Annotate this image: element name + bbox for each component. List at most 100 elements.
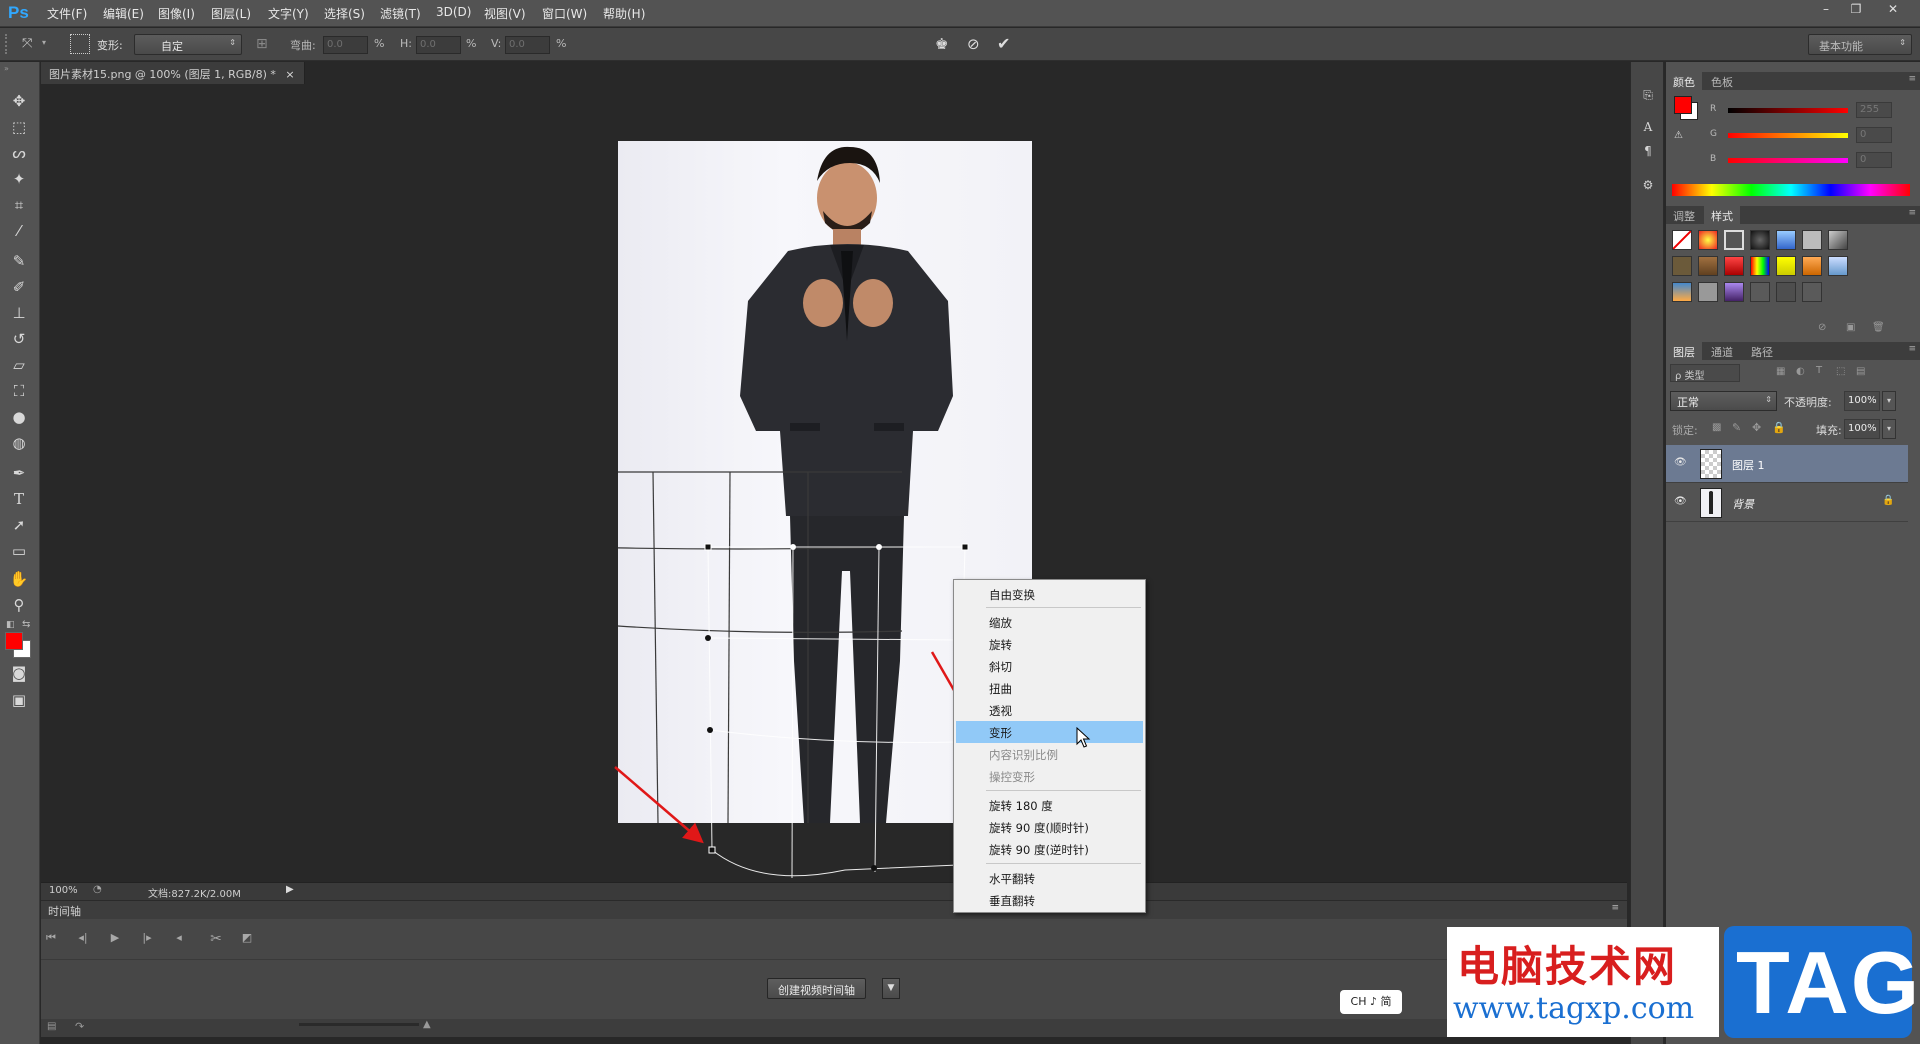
rectangle-tool-icon[interactable]: ▭: [8, 540, 30, 562]
play-icon[interactable]: ▶: [105, 931, 125, 947]
zoom-preview-icon[interactable]: ◔: [93, 884, 102, 895]
menu-type[interactable]: 文字(Y): [268, 5, 309, 22]
go-first-frame-icon[interactable]: ⏮: [41, 931, 61, 947]
filter-type-icon[interactable]: T: [1816, 365, 1822, 376]
r-slider[interactable]: [1728, 108, 1848, 113]
eyedropper-tool-icon[interactable]: ⁄: [8, 220, 30, 242]
warp-style-select[interactable]: 自定 ⇕: [134, 34, 242, 55]
style-swatch[interactable]: [1724, 282, 1744, 302]
timeline-zoom-slider[interactable]: [299, 1023, 419, 1026]
blend-mode-select[interactable]: 正常 ⇕: [1670, 391, 1777, 411]
menu-3d[interactable]: 3D(D): [436, 5, 471, 19]
opacity-input[interactable]: 100%: [1844, 391, 1880, 411]
workspace-select[interactable]: 基本功能 ⇕: [1808, 34, 1912, 55]
quick-mask-icon[interactable]: ◙: [8, 662, 30, 684]
filter-shape-icon[interactable]: ⬚: [1836, 366, 1845, 377]
b-value[interactable]: 0: [1856, 152, 1892, 168]
eraser-tool-icon[interactable]: ▱: [8, 354, 30, 376]
layer-row[interactable]: 👁 背景 🔒: [1666, 484, 1908, 522]
h-distortion-input[interactable]: 0.0: [416, 36, 461, 54]
filter-adjust-icon[interactable]: ◐: [1796, 366, 1805, 377]
magic-wand-tool-icon[interactable]: ✦: [8, 168, 30, 190]
next-frame-icon[interactable]: |▸: [137, 931, 157, 947]
style-swatch[interactable]: [1802, 282, 1822, 302]
menu-edit[interactable]: 编辑(E): [103, 5, 144, 22]
close-button[interactable]: ✕: [1880, 2, 1906, 20]
tab-adjustments[interactable]: 调整: [1666, 206, 1702, 224]
chevron-down-icon[interactable]: ▼: [882, 978, 900, 999]
crop-tool-icon[interactable]: ⌗: [8, 194, 30, 216]
minimize-button[interactable]: –: [1813, 2, 1839, 20]
style-swatch[interactable]: [1828, 230, 1848, 250]
history-panel-icon[interactable]: ⎘: [1640, 88, 1656, 104]
character-panel-icon[interactable]: A: [1640, 120, 1656, 136]
clear-style-icon[interactable]: ⊘: [1818, 322, 1826, 333]
style-swatch[interactable]: [1698, 256, 1718, 276]
warp-grid-icon[interactable]: [70, 34, 90, 54]
properties-panel-icon[interactable]: ⚙: [1640, 178, 1656, 194]
tab-channels[interactable]: 通道: [1704, 342, 1740, 360]
frames-icon[interactable]: ▤: [47, 1021, 56, 1032]
r-value[interactable]: 255: [1856, 102, 1892, 118]
healing-brush-tool-icon[interactable]: ✎: [8, 250, 30, 272]
convert-icon[interactable]: ↷: [75, 1020, 84, 1033]
lock-transparent-icon[interactable]: ▩: [1712, 422, 1721, 433]
change-orientation-icon[interactable]: ⊞: [256, 36, 268, 52]
layer-filter-select[interactable]: ρ 类型: [1670, 364, 1740, 382]
create-video-timeline-button[interactable]: 创建视频时间轴: [767, 978, 866, 999]
layer-name[interactable]: 图层 1: [1732, 457, 1765, 473]
menu-item-rotate[interactable]: 旋转: [956, 633, 1143, 655]
hand-tool-icon[interactable]: ✋: [8, 568, 30, 590]
menu-filter[interactable]: 滤镜(T): [380, 5, 421, 22]
style-swatch[interactable]: [1828, 256, 1848, 276]
tool-preset-icon[interactable]: ⤧: [22, 36, 40, 52]
split-scissors-icon[interactable]: ✂: [206, 931, 226, 947]
menu-view[interactable]: 视图(V): [484, 5, 526, 22]
lock-pixels-icon[interactable]: ✎: [1732, 421, 1741, 434]
style-swatch[interactable]: [1724, 256, 1744, 276]
menu-layer[interactable]: 图层(L): [211, 5, 251, 22]
fill-input[interactable]: 100%: [1844, 419, 1880, 439]
brush-tool-icon[interactable]: ✐: [8, 276, 30, 298]
menu-item-flip-horizontal[interactable]: 水平翻转: [956, 867, 1143, 889]
g-value[interactable]: 0: [1856, 127, 1892, 143]
tab-layers[interactable]: 图层: [1666, 342, 1702, 360]
commit-transform-icon[interactable]: ✔: [997, 34, 1010, 53]
chevron-down-icon[interactable]: ▾: [1882, 419, 1896, 439]
b-slider[interactable]: [1728, 158, 1848, 163]
chevron-down-icon[interactable]: ▾: [1882, 391, 1896, 411]
g-slider[interactable]: [1728, 133, 1848, 138]
marquee-tool-icon[interactable]: ⬚: [8, 116, 30, 138]
menu-item-rotate-90-ccw[interactable]: 旋转 90 度(逆时针): [956, 838, 1143, 860]
zoom-in-icon[interactable]: ▲: [423, 1019, 431, 1030]
new-style-icon[interactable]: ▣: [1846, 322, 1855, 333]
style-none-swatch[interactable]: [1672, 230, 1692, 250]
menu-help[interactable]: 帮助(H): [603, 5, 645, 22]
style-swatch[interactable]: [1776, 282, 1796, 302]
puppet-warp-mode-icon[interactable]: ♚: [935, 35, 948, 53]
pen-tool-icon[interactable]: ✒: [8, 462, 30, 484]
layer-name[interactable]: 背景: [1732, 496, 1754, 512]
filter-smart-icon[interactable]: ▤: [1856, 366, 1865, 377]
move-tool-icon[interactable]: ✥: [8, 90, 30, 112]
style-swatch[interactable]: [1750, 230, 1770, 250]
chevron-down-icon[interactable]: ▾: [42, 38, 46, 47]
cancel-transform-icon[interactable]: ⊘: [967, 35, 980, 53]
type-tool-icon[interactable]: T: [8, 488, 30, 510]
screen-mode-icon[interactable]: ▣: [8, 689, 30, 711]
default-colors-icon[interactable]: ◧: [6, 620, 15, 630]
clone-stamp-tool-icon[interactable]: ⊥: [8, 302, 30, 324]
style-swatch[interactable]: [1776, 230, 1796, 250]
panel-menu-icon[interactable]: ≡: [1908, 74, 1916, 84]
lock-all-icon[interactable]: 🔒: [1772, 421, 1786, 434]
swap-colors-icon[interactable]: ⇆: [22, 619, 30, 630]
zoom-level[interactable]: 100%: [49, 885, 78, 896]
delete-style-icon[interactable]: 🗑: [1872, 322, 1885, 333]
menu-select[interactable]: 选择(S): [324, 5, 365, 22]
menu-item-perspective[interactable]: 透视: [956, 699, 1143, 721]
menu-item-skew[interactable]: 斜切: [956, 655, 1143, 677]
tab-color[interactable]: 颜色: [1666, 72, 1702, 90]
style-swatch[interactable]: [1672, 282, 1692, 302]
blur-tool-icon[interactable]: ●: [8, 406, 30, 428]
menu-item-rotate-90-cw[interactable]: 旋转 90 度(顺时针): [956, 816, 1143, 838]
